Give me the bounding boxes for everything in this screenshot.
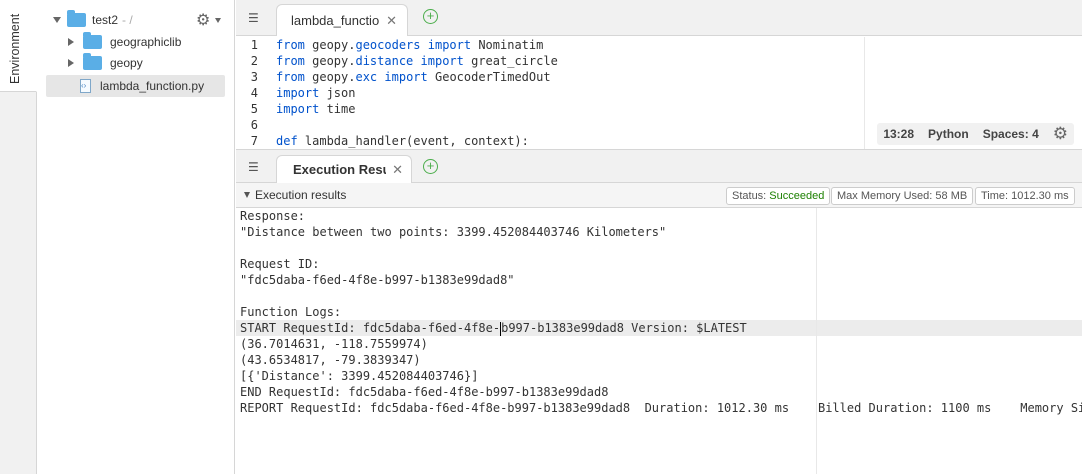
tree-item-label: lambda_function.py	[100, 79, 205, 93]
output-line: (36.7014631, -118.7559974)	[240, 337, 428, 351]
code-editor-pane: ☰ lambda_function ✕ + 1 from geopy.geocod…	[236, 0, 1082, 150]
line-number: 4	[250, 86, 258, 100]
tree-item-geographiclib[interactable]: geographiclib	[68, 31, 228, 53]
line-number: 6	[250, 118, 258, 132]
output-line: (43.6534817, -79.3839347)	[240, 353, 421, 367]
line-number: 1	[250, 38, 258, 52]
tab-execution-results[interactable]: Execution Results ✕	[276, 155, 412, 183]
close-icon[interactable]: ✕	[386, 13, 397, 29]
line-source: from geopy.geocoders import Nominatim	[276, 38, 544, 52]
cursor-position[interactable]: 13:28	[883, 127, 914, 141]
output-line: REPORT RequestId: fdc5daba-f6ed-4f8e-b99…	[240, 401, 1082, 415]
tree-root-name: test2	[92, 13, 119, 27]
execution-results-header: Execution results Status: Succeeded Max …	[236, 183, 1082, 208]
output-line: Response:	[240, 209, 306, 223]
new-tab-plus-icon[interactable]: +	[423, 159, 438, 174]
side-panel-strip: Environment	[0, 0, 37, 474]
tree-item-lambda-function-py[interactable]: lambda_function.py	[46, 75, 225, 97]
python-file-icon	[80, 79, 91, 93]
tree-item-label: geopy	[110, 56, 143, 70]
tree-item-label: geographiclib	[110, 35, 182, 49]
settings-dropdown-icon[interactable]	[215, 18, 221, 23]
collapse-triangle-icon	[244, 192, 250, 198]
status-value: Succeeded	[769, 190, 825, 202]
tab-title: lambda_function	[291, 13, 381, 28]
print-margin-line	[864, 37, 865, 149]
chevron-down-icon[interactable]	[53, 17, 61, 23]
output-line: "Distance between two points: 3399.45208…	[240, 225, 667, 239]
line-source: from geopy.exc import GeocoderTimedOut	[276, 70, 551, 84]
gear-icon[interactable]: ⚙	[196, 10, 210, 30]
code-line[interactable]: 5 import time	[236, 101, 864, 117]
output-line: Request ID:	[240, 257, 320, 271]
folder-icon	[67, 10, 86, 27]
line-number: 7	[250, 134, 258, 148]
code-line[interactable]: 1 from geopy.geocoders import Nominatim	[236, 37, 864, 53]
execution-results-label: Execution results	[255, 188, 347, 202]
editor-status-bar: 13:28 Python Spaces: 4 ⚙	[877, 123, 1074, 145]
output-line: END RequestId: fdc5daba-f6ed-4f8e-b997-b…	[240, 385, 609, 399]
panel-menu-icon[interactable]: ☰	[248, 160, 259, 174]
gear-icon[interactable]: ⚙	[1053, 124, 1068, 144]
line-number: 2	[250, 54, 258, 68]
execution-results-toggle[interactable]: Execution results	[244, 188, 346, 202]
editor-tab-bar: ☰ lambda_function ✕ +	[236, 0, 1082, 36]
line-source: import json	[276, 86, 356, 100]
status-label: Status:	[732, 190, 770, 202]
output-line: START RequestId: fdc5daba-f6ed-4f8e-b997…	[236, 320, 1082, 336]
file-tree: test2 - / ⚙ geographiclib geopy lambda_f…	[37, 0, 235, 474]
tab-lambda-function[interactable]: lambda_function ✕	[276, 4, 408, 36]
output-margin-line	[816, 208, 817, 474]
max-memory-badge: Max Memory Used: 58 MB	[831, 187, 974, 205]
code-line[interactable]: 7 def lambda_handler(event, context):	[236, 133, 864, 149]
output-line: "fdc5daba-f6ed-4f8e-b997-b1383e99dad8"	[240, 273, 515, 287]
language-mode[interactable]: Python	[928, 127, 969, 141]
execution-tab-bar: ☰ Execution Results ✕ +	[236, 150, 1082, 183]
line-number: 3	[250, 70, 258, 84]
execution-panel: ☰ Execution Results ✕ + Execution result…	[236, 150, 1082, 474]
code-area[interactable]: 1 from geopy.geocoders import Nominatim 2 f…	[236, 37, 864, 149]
folder-icon	[83, 32, 102, 49]
code-line[interactable]: 2 from geopy.distance import great_circle	[236, 53, 864, 69]
tree-root-suffix: - /	[122, 13, 133, 27]
code-line[interactable]: 4 import json	[236, 85, 864, 101]
line-number: 5	[250, 102, 258, 116]
environment-tab-label: Environment	[8, 13, 22, 84]
line-source	[270, 117, 276, 133]
chevron-right-icon[interactable]	[68, 38, 74, 46]
chevron-right-icon[interactable]	[68, 59, 74, 67]
tree-root-test2[interactable]: test2 - / ⚙	[53, 9, 223, 31]
close-icon[interactable]: ✕	[392, 162, 403, 178]
execution-output[interactable]: Response: "Distance between two points: 3…	[236, 208, 1082, 474]
tree-item-geopy[interactable]: geopy	[68, 52, 228, 74]
code-line[interactable]: 3 from geopy.exc import GeocoderTimedOut	[236, 69, 864, 85]
line-source: def lambda_handler(event, context):	[276, 134, 529, 148]
line-source: from geopy.distance import great_circle	[276, 54, 558, 68]
status-badge: Status: Succeeded	[726, 187, 831, 205]
output-line: Function Logs:	[240, 305, 342, 319]
tab-title: Execution Results	[293, 162, 386, 177]
indent-setting[interactable]: Spaces: 4	[983, 127, 1039, 141]
panel-menu-icon[interactable]: ☰	[248, 11, 259, 25]
code-line[interactable]: 6	[236, 117, 864, 133]
line-source: import time	[276, 102, 356, 116]
folder-icon	[83, 53, 102, 70]
output-line: [{'Distance': 3399.452084403746}]	[240, 369, 479, 383]
new-tab-plus-icon[interactable]: +	[423, 9, 438, 24]
duration-badge: Time: 1012.30 ms	[975, 187, 1075, 205]
environment-tab[interactable]: Environment	[0, 0, 37, 92]
